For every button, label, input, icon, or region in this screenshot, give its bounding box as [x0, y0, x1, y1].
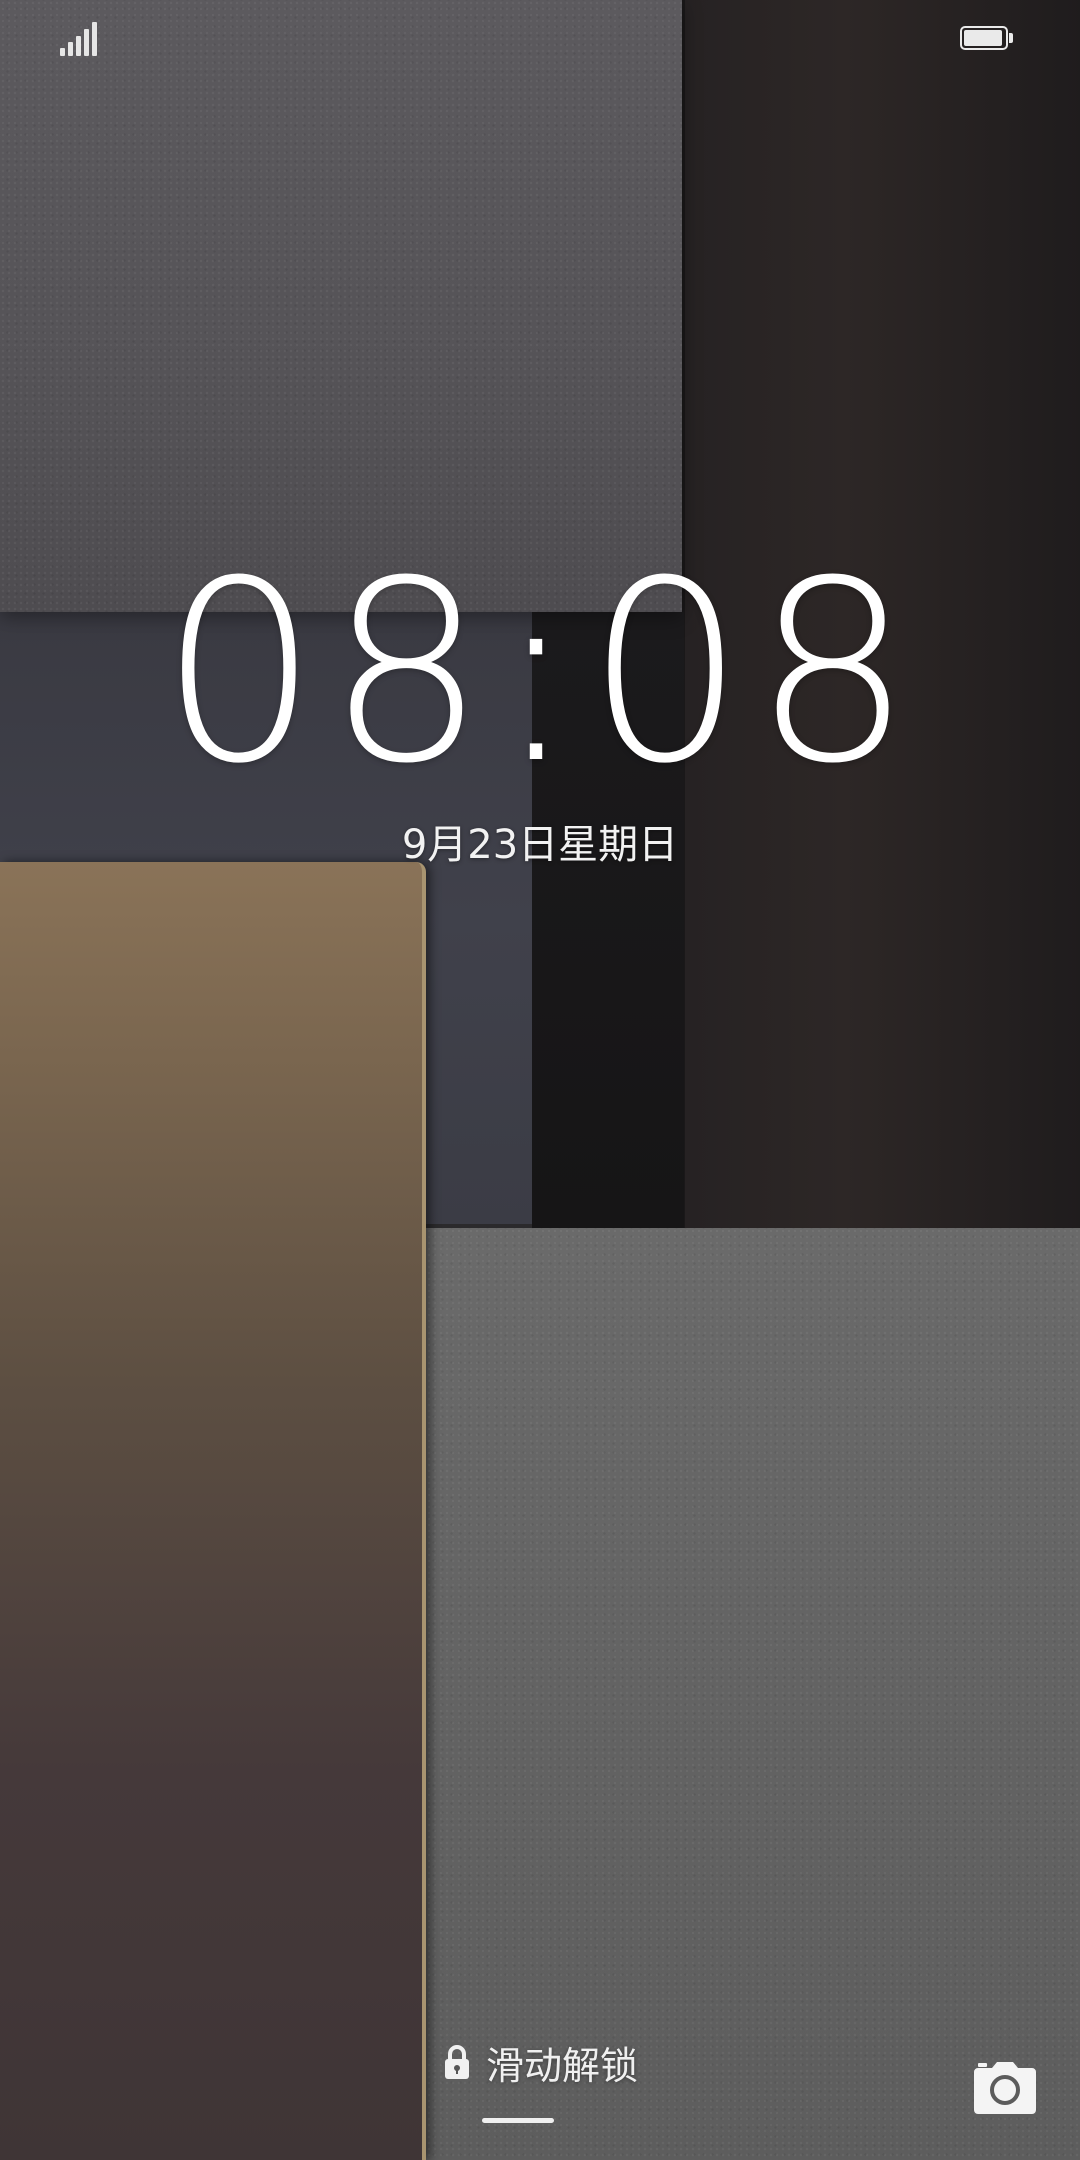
- signal-strength-icon: [60, 22, 100, 56]
- battery-full-icon: [960, 26, 1014, 52]
- wallpaper-panel-bottom-gray: [426, 1228, 1080, 2160]
- camera-icon[interactable]: [972, 2060, 1038, 2116]
- home-indicator[interactable]: [482, 2118, 554, 2123]
- lockscreen-date: 9月23日星期日: [401, 822, 679, 868]
- lockscreen-clock: 08:08: [159, 527, 921, 818]
- lock-screen: 08:08 9月23日星期日 滑动解锁: [0, 0, 1080, 2160]
- wallpaper-panel-gold: [0, 862, 426, 2160]
- status-bar: [0, 0, 1080, 80]
- wallpaper-panel-top-left: [0, 0, 682, 612]
- unlock-hint-label: 滑动解锁: [485, 2043, 638, 2088]
- lock-icon: [442, 2043, 472, 2081]
- swipe-unlock-hint[interactable]: 滑动解锁: [0, 2032, 1080, 2092]
